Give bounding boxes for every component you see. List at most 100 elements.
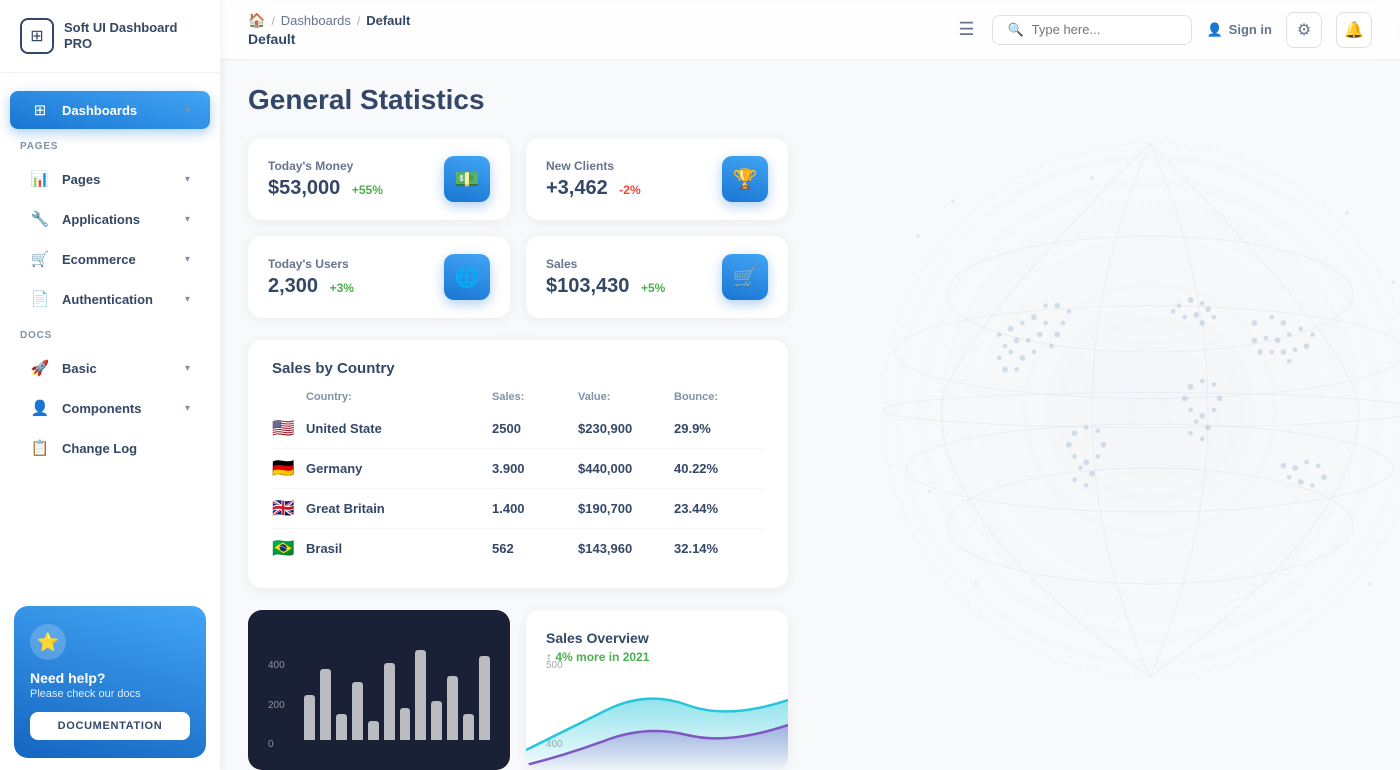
- stat-label-users: Today's Users: [268, 257, 354, 271]
- notifications-button[interactable]: 🔔: [1336, 12, 1372, 48]
- page-heading: General Statistics: [248, 84, 1372, 116]
- sales-by-country-card: Sales by Country Country: Sales: Value: …: [248, 340, 788, 588]
- col-header-value: Value:: [578, 391, 668, 403]
- stat-icon-money: 💵: [444, 156, 490, 202]
- stat-value-money: $53,000 +55%: [268, 177, 383, 200]
- stat-icon-users: 🌐: [444, 254, 490, 300]
- sidebar-item-applications[interactable]: 🔧 Applications ▾: [10, 200, 210, 238]
- stat-info-money: Today's Money $53,000 +55%: [268, 159, 383, 200]
- hamburger-icon[interactable]: ☰: [958, 19, 974, 40]
- sidebar-item-dashboards[interactable]: ⊞ Dashboards ▾: [10, 91, 210, 129]
- stat-badge-money: +55%: [352, 183, 383, 197]
- sales-by-country-title: Sales by Country: [272, 360, 764, 377]
- user-icon: 👤: [1206, 22, 1222, 38]
- bell-icon: 🔔: [1344, 20, 1364, 40]
- sales-val: 3.900: [492, 461, 572, 476]
- app-name: Soft UI Dashboard PRO: [64, 20, 200, 51]
- header: 🏠 / Dashboards / Default Default ☰ 🔍 👤 S…: [220, 0, 1400, 60]
- bar-chart-card: 400 200 0: [248, 610, 510, 770]
- bounce-val: 29.9%: [674, 421, 764, 436]
- sidebar-item-changelog[interactable]: 📋 Change Log: [10, 429, 210, 467]
- sidebar-item-label: Ecommerce: [62, 252, 173, 267]
- stat-label-money: Today's Money: [268, 159, 383, 173]
- search-box[interactable]: 🔍: [992, 15, 1192, 45]
- sidebar-item-label: Basic: [62, 361, 173, 376]
- stat-value-sales: $103,430 +5%: [546, 275, 665, 298]
- bar-chart: [304, 640, 490, 740]
- home-icon: 🏠: [248, 12, 265, 29]
- stat-info-clients: New Clients +3,462 -2%: [546, 159, 641, 200]
- country-table: Country: Sales: Value: Bounce: 🇺🇸 United…: [272, 391, 764, 568]
- chevron-down-icon: ▾: [185, 105, 190, 116]
- stat-icon-clients: 🏆: [722, 156, 768, 202]
- chevron-down-icon: ▾: [185, 214, 190, 225]
- table-row: 🇬🇧 Great Britain 1.400 $190,700 23.44%: [272, 489, 764, 529]
- documentation-button[interactable]: DOCUMENTATION: [30, 712, 190, 740]
- bar: [304, 695, 315, 740]
- page-title: Default: [248, 31, 410, 47]
- bar: [463, 714, 474, 740]
- breadcrumb-separator: /: [357, 14, 360, 28]
- y-label-0: 0: [268, 739, 285, 750]
- table-row: 🇧🇷 Brasil 562 $143,960 32.14%: [272, 529, 764, 568]
- search-input[interactable]: [1032, 22, 1172, 37]
- signin-button[interactable]: 👤 Sign in: [1206, 22, 1272, 38]
- header-actions: 🔍 👤 Sign in ⚙ 🔔: [992, 12, 1372, 48]
- chevron-down-icon: ▾: [185, 294, 190, 305]
- stat-badge-sales: +5%: [641, 281, 665, 295]
- basic-icon: 🚀: [30, 359, 50, 377]
- country-name: United State: [306, 421, 486, 436]
- col-header-sales: Sales:: [492, 391, 572, 403]
- breadcrumb: 🏠 / Dashboards / Default: [248, 12, 410, 29]
- stat-label-sales: Sales: [546, 257, 665, 271]
- y-labels: 400 200 0: [268, 660, 285, 750]
- signin-label: Sign in: [1229, 22, 1272, 37]
- table-row: 🇺🇸 United State 2500 $230,900 29.9%: [272, 409, 764, 449]
- y-label-400: 400: [268, 660, 285, 671]
- stat-card-sales: Sales $103,430 +5% 🛒: [526, 236, 788, 318]
- breadcrumb-dashboards[interactable]: Dashboards: [281, 13, 351, 28]
- country-name: Great Britain: [306, 501, 486, 516]
- stat-value-users: 2,300 +3%: [268, 275, 354, 298]
- stat-badge-users: +3%: [330, 281, 354, 295]
- sidebar-item-label: Applications: [62, 212, 173, 227]
- main-area: 🏠 / Dashboards / Default Default ☰ 🔍 👤 S…: [220, 0, 1400, 770]
- help-card: ⭐ Need help? Please check our docs DOCUM…: [14, 606, 206, 758]
- charts-row: 400 200 0 Sales Overview ↑ 4% more in 20…: [248, 610, 788, 770]
- flag-gb: 🇬🇧: [272, 498, 300, 519]
- settings-button[interactable]: ⚙: [1286, 12, 1322, 48]
- col-header-country: Country:: [306, 391, 486, 403]
- docs-section-label: DOCS: [0, 320, 220, 347]
- applications-icon: 🔧: [30, 210, 50, 228]
- sidebar-item-label: Change Log: [62, 441, 190, 456]
- stat-value-clients: +3,462 -2%: [546, 177, 641, 200]
- header-left: 🏠 / Dashboards / Default Default: [248, 12, 410, 47]
- bounce-val: 40.22%: [674, 461, 764, 476]
- help-star-icon: ⭐: [30, 624, 66, 660]
- bar: [352, 682, 363, 740]
- col-header-bounce: Bounce:: [674, 391, 764, 403]
- chevron-down-icon: ▾: [185, 174, 190, 185]
- changelog-icon: 📋: [30, 439, 50, 457]
- logo-icon: ⊞: [20, 18, 54, 54]
- sidebar-item-components[interactable]: 👤 Components ▾: [10, 389, 210, 427]
- chevron-down-icon: ▾: [185, 403, 190, 414]
- sidebar-item-pages[interactable]: 📊 Pages ▾: [10, 160, 210, 198]
- sidebar-item-authentication[interactable]: 📄 Authentication ▾: [10, 280, 210, 318]
- value-val: $440,000: [578, 461, 668, 476]
- y-label-200: 200: [268, 700, 285, 711]
- breadcrumb-separator: /: [271, 14, 274, 28]
- stat-card-users: Today's Users 2,300 +3% 🌐: [248, 236, 510, 318]
- bounce-val: 32.14%: [674, 541, 764, 556]
- ecommerce-icon: 🛒: [30, 250, 50, 268]
- breadcrumb-current: Default: [366, 13, 410, 28]
- sidebar-item-ecommerce[interactable]: 🛒 Ecommerce ▾: [10, 240, 210, 278]
- sidebar-item-basic[interactable]: 🚀 Basic ▾: [10, 349, 210, 387]
- stats-grid: Today's Money $53,000 +55% 💵 New Clients…: [248, 138, 788, 318]
- flag-br: 🇧🇷: [272, 538, 300, 559]
- bar: [479, 656, 490, 740]
- help-subtitle: Please check our docs: [30, 688, 190, 700]
- sidebar-logo: ⊞ Soft UI Dashboard PRO: [0, 0, 220, 73]
- help-title: Need help?: [30, 670, 190, 686]
- stat-badge-clients: -2%: [619, 183, 640, 197]
